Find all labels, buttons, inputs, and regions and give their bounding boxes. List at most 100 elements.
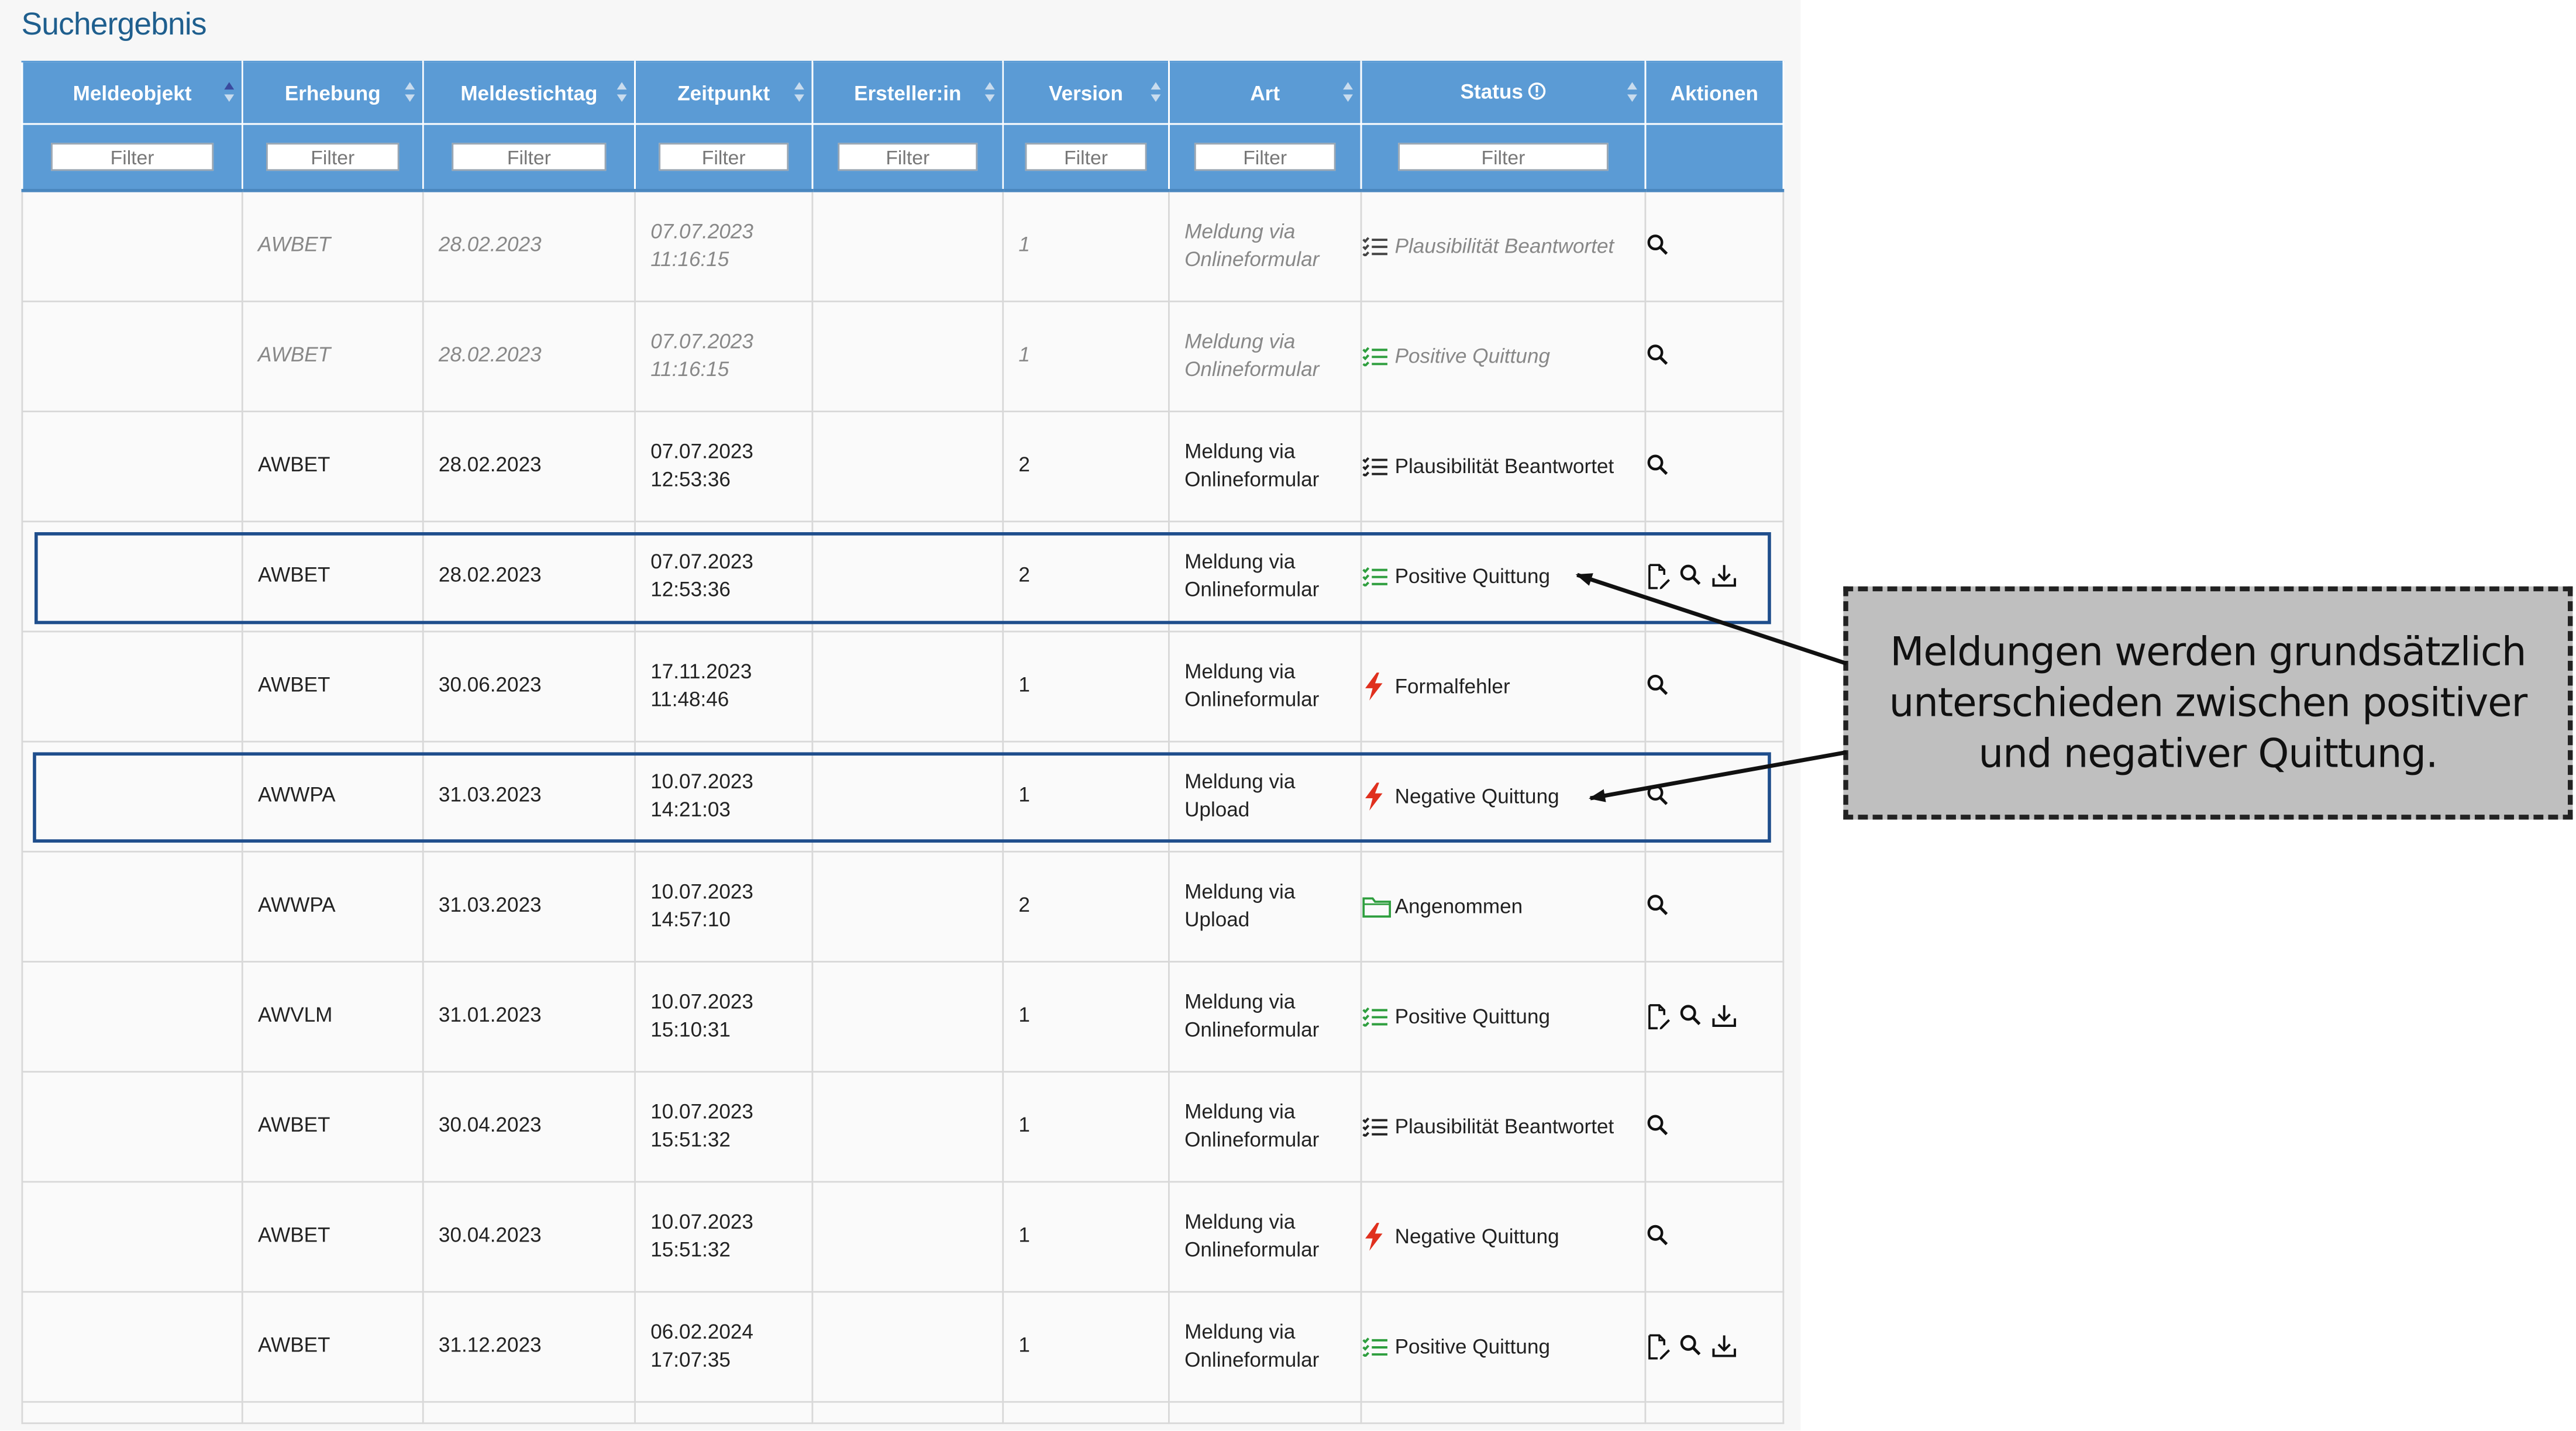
- sort-icon[interactable]: [794, 81, 805, 104]
- column-header-label: Meldestichtag: [460, 81, 598, 105]
- cell-ersteller: [811, 1291, 1004, 1403]
- search-icon[interactable]: [1646, 1223, 1679, 1250]
- sort-icon[interactable]: [404, 81, 416, 104]
- zeitpunkt-date: 06.02.2024: [650, 1319, 753, 1343]
- cell-ersteller: [811, 300, 1004, 412]
- column-header-erstellerin[interactable]: Ersteller:in: [811, 60, 1004, 125]
- checklist-icon: [1362, 1118, 1392, 1137]
- table-row[interactable]: AWBET 28.02.2023 07.07.2023 11:16:15 1 Meldun…: [21, 189, 1785, 302]
- cell-zeitpunkt: 10.07.2023 15:51:32: [634, 1181, 814, 1293]
- status-label: Plausibilität Beantwortet: [1394, 1116, 1614, 1139]
- cell-aktionen: [1644, 189, 1785, 302]
- cell-meldeobjekt: [21, 850, 243, 963]
- filter-input-version[interactable]: [1025, 143, 1147, 171]
- search-icon[interactable]: [1646, 784, 1679, 810]
- zeitpunkt-date: 10.07.2023: [650, 1099, 753, 1123]
- table-row[interactable]: AWBET 30.04.2023 10.07.2023 15:51:32 1 Meldun…: [21, 1181, 1785, 1293]
- download-icon[interactable]: [1712, 1334, 1745, 1360]
- column-header-erhebung[interactable]: Erhebung: [241, 60, 424, 125]
- document-edit-icon[interactable]: [1646, 563, 1679, 589]
- table-row[interactable]: AWWPA 31.03.2023 10.07.2023 14:21:03 1 Meldun…: [21, 740, 1785, 853]
- art-line-2: Onlineformular: [1184, 1348, 1320, 1372]
- empty-cell: [21, 1401, 243, 1425]
- zeitpunkt-date: 10.07.2023: [650, 1209, 753, 1233]
- cell-status: Angenommen: [1360, 850, 1647, 963]
- art-line-1: Meldung via: [1184, 769, 1296, 793]
- cell-status: Positive Quittung: [1360, 961, 1647, 1073]
- filter-input-zeitpunkt[interactable]: [659, 143, 789, 171]
- cell-zeitpunkt: 17.11.2023 11:48:46: [634, 630, 814, 743]
- art-line-1: Meldung via: [1184, 439, 1296, 463]
- cell-erhebung: AWWPA: [241, 850, 424, 963]
- filter-input-erhebung[interactable]: [266, 143, 400, 171]
- column-header-meldeobjekt[interactable]: Meldeobjekt: [21, 60, 243, 125]
- result-table: Meldeobjekt Erhebung Meldestichtag Zeitpunk…: [21, 60, 1785, 1425]
- table-row-partial: [21, 1401, 1785, 1425]
- table-row[interactable]: AWBET 28.02.2023 07.07.2023 11:16:15 1 Meldun…: [21, 300, 1785, 412]
- sort-icon[interactable]: [223, 81, 235, 104]
- zeitpunkt-date: 07.07.2023: [650, 439, 753, 463]
- search-icon[interactable]: [1646, 343, 1679, 370]
- art-line-1: Meldung via: [1184, 219, 1296, 243]
- search-icon[interactable]: [1646, 894, 1679, 920]
- download-icon[interactable]: [1712, 563, 1745, 589]
- search-icon[interactable]: [1646, 674, 1679, 700]
- column-header-status[interactable]: Status: [1360, 60, 1647, 125]
- filter-input-status[interactable]: [1399, 143, 1608, 171]
- sort-icon[interactable]: [1150, 81, 1162, 104]
- table-row[interactable]: AWBET 31.12.2023 06.02.2024 17:07:35 1 Meldun…: [21, 1291, 1785, 1403]
- column-header-label: Version: [1049, 81, 1123, 105]
- column-header-aktionen[interactable]: Aktionen: [1644, 60, 1785, 125]
- download-icon[interactable]: [1712, 1004, 1745, 1030]
- zeitpunkt-date: 07.07.2023: [650, 549, 753, 573]
- column-header-art[interactable]: Art: [1168, 60, 1362, 125]
- filter-row: [21, 123, 1785, 192]
- search-icon[interactable]: [1679, 1334, 1711, 1360]
- art-line-1: Meldung via: [1184, 659, 1296, 683]
- sort-icon[interactable]: [1627, 81, 1638, 104]
- table-row[interactable]: AWBET 28.02.2023 07.07.2023 12:53:36 2 Meldun…: [21, 411, 1785, 523]
- empty-cell: [634, 1401, 814, 1425]
- search-icon[interactable]: [1646, 453, 1679, 480]
- column-header-version[interactable]: Version: [1002, 60, 1170, 125]
- table-row[interactable]: AWBET 30.06.2023 17.11.2023 11:48:46 1 Meldun…: [21, 630, 1785, 743]
- cell-ersteller: [811, 850, 1004, 963]
- cell-art: Meldung via Onlineformular: [1168, 411, 1362, 523]
- table-row[interactable]: AWVLM 31.01.2023 10.07.2023 15:10:31 1 Meldun…: [21, 961, 1785, 1073]
- filter-cell: [1360, 123, 1647, 192]
- filter-input-erstellerin[interactable]: [838, 143, 978, 171]
- checklist-icon: [1362, 457, 1392, 477]
- zeitpunkt-date: 07.07.2023: [650, 329, 753, 353]
- search-icon[interactable]: [1646, 233, 1679, 260]
- status-label: Formalfehler: [1394, 675, 1510, 698]
- column-header-zeitpunkt[interactable]: Zeitpunkt: [634, 60, 814, 125]
- filter-input-art[interactable]: [1194, 143, 1336, 171]
- filter-input-meldestichtag[interactable]: [451, 143, 607, 171]
- cell-erhebung: AWBET: [241, 1181, 424, 1293]
- document-edit-icon[interactable]: [1646, 1004, 1679, 1030]
- column-header-meldestichtag[interactable]: Meldestichtag: [422, 60, 636, 125]
- cell-erhebung: AWBET: [241, 630, 424, 743]
- table-row[interactable]: AWBET 28.02.2023 07.07.2023 12:53:36 2 Meldun…: [21, 520, 1785, 633]
- cell-meldestichtag: 28.02.2023: [422, 189, 636, 302]
- sort-icon[interactable]: [616, 81, 628, 104]
- filter-cell: [241, 123, 424, 192]
- filter-cell: [1002, 123, 1170, 192]
- art-line-1: Meldung via: [1184, 1099, 1296, 1123]
- filter-input-meldeobjekt[interactable]: [51, 143, 213, 171]
- document-edit-icon[interactable]: [1646, 1334, 1679, 1360]
- cell-aktionen: [1644, 850, 1785, 963]
- filter-cell: [634, 123, 814, 192]
- sort-icon[interactable]: [984, 81, 996, 104]
- search-icon[interactable]: [1679, 1004, 1711, 1030]
- table-row[interactable]: AWBET 30.04.2023 10.07.2023 15:51:32 1 Meldun…: [21, 1071, 1785, 1183]
- cell-meldestichtag: 28.02.2023: [422, 300, 636, 412]
- search-icon[interactable]: [1646, 1113, 1679, 1140]
- sort-icon[interactable]: [1342, 81, 1354, 104]
- table-row[interactable]: AWWPA 31.03.2023 10.07.2023 14:57:10 2 Meldun…: [21, 850, 1785, 963]
- status-label: Plausibilität Beantwortet: [1394, 235, 1614, 258]
- search-icon[interactable]: [1679, 563, 1711, 589]
- status-label: Positive Quittung: [1394, 1336, 1551, 1359]
- cell-erhebung: AWBET: [241, 520, 424, 633]
- green-checklist-icon: [1362, 347, 1392, 367]
